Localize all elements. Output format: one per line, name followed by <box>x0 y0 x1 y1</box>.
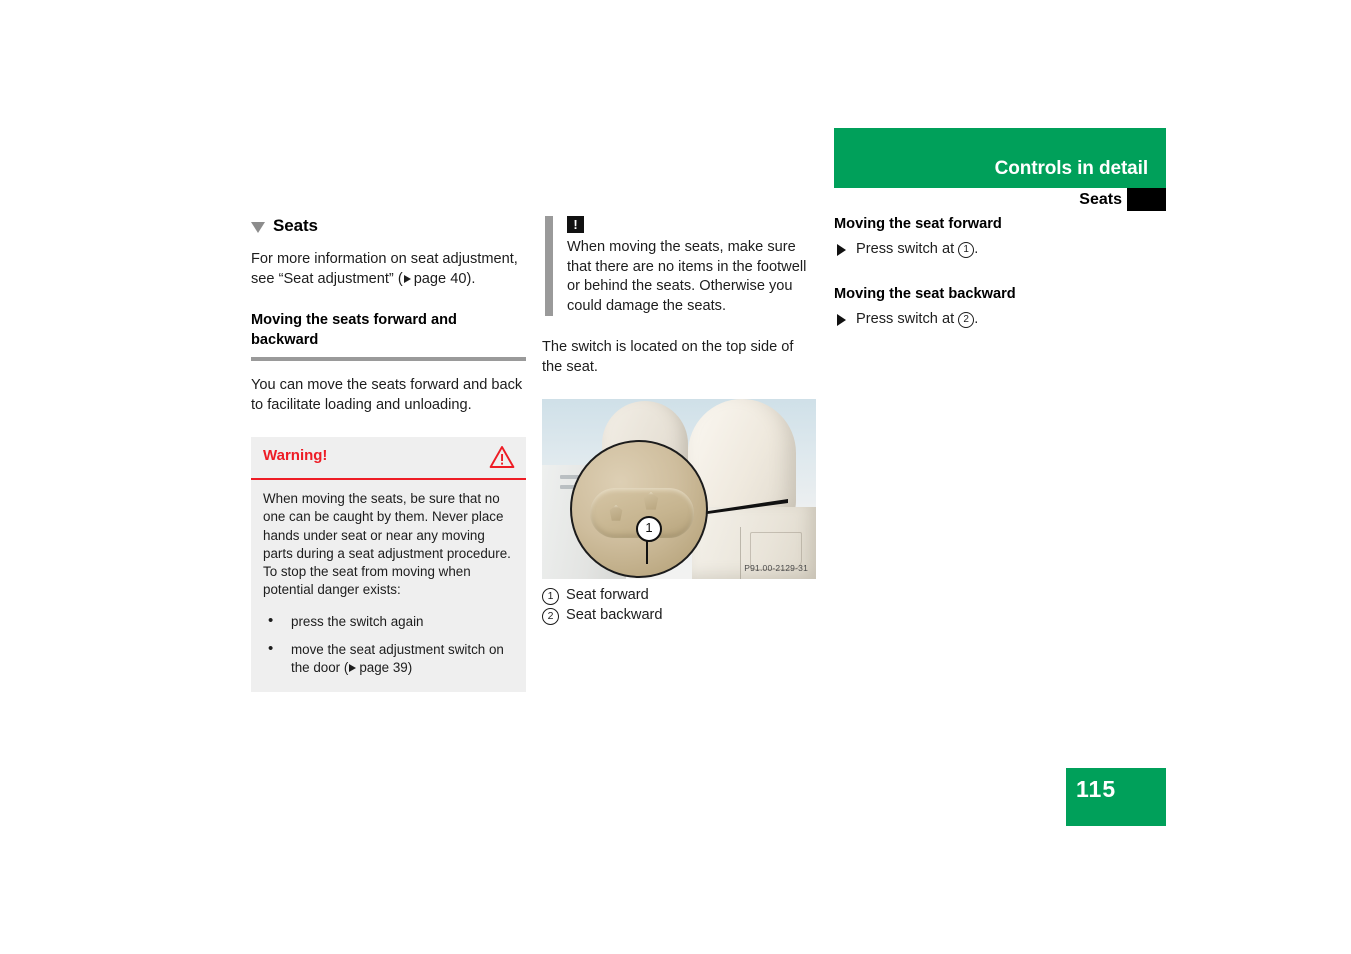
triangle-right-icon <box>837 313 846 326</box>
note-box: ! When moving the seats, make sure that … <box>542 216 817 316</box>
triangle-down-icon <box>251 221 265 233</box>
subsection-heading: Moving the seats forward and backward <box>251 312 457 348</box>
left-column: Seats For more information on seat adjus… <box>251 216 526 692</box>
warning-text: When moving the seats, be sure that no o… <box>263 491 511 598</box>
figure-caption: 1 Seat forward 2 Seat backward <box>542 585 817 625</box>
step-text-after: . <box>974 241 979 257</box>
note-side-bar <box>545 216 553 316</box>
middle-column: ! When moving the seats, make sure that … <box>542 216 817 625</box>
list-item: press the switch again <box>263 612 514 631</box>
bullet-text-after: ) <box>407 660 413 676</box>
page-number: 115 <box>1076 776 1117 802</box>
warning-header: Warning! <box>251 437 526 480</box>
caption-label: Seat forward <box>566 587 649 603</box>
caption-label: Seat backward <box>566 607 663 623</box>
cross-reference-icon <box>403 274 411 283</box>
heading-rule <box>251 357 526 361</box>
page-number-badge: 115 <box>1066 768 1166 826</box>
header-green-band: Controls in detail <box>834 128 1166 188</box>
bullet-reference[interactable]: page 39 <box>359 660 407 675</box>
figure-seam <box>740 527 741 579</box>
step-text-before: Press switch at <box>856 310 959 327</box>
header-black-tab <box>1127 188 1166 211</box>
warning-label: Warning! <box>263 447 328 464</box>
section-title: Seats <box>273 216 318 235</box>
step-text-after: . <box>974 310 979 327</box>
cross-reference-icon <box>349 664 357 673</box>
figure-magnified-circle: 1 2 <box>570 440 708 578</box>
caption-number: 2 <box>542 608 559 625</box>
step-heading-forward: Moving the seat forward <box>834 216 1002 232</box>
step-heading-backward: Moving the seat backward <box>834 285 1016 302</box>
note-text: When moving the seats, make sure that th… <box>567 239 807 314</box>
callout-leader-2 <box>687 558 689 576</box>
switch-location-paragraph: The switch is located on the top side of… <box>542 339 794 375</box>
inline-callout-2: 2 <box>958 311 975 328</box>
header-title: Controls in detail <box>994 158 1148 179</box>
inline-callout-1: 1 <box>958 242 975 258</box>
caption-number: 1 <box>542 588 559 605</box>
body-paragraph: You can move the seats forward and back … <box>251 377 523 413</box>
figure-watermark: P91.00-2129-31 <box>744 563 808 573</box>
step-row-backward: Press switch at 2. <box>834 310 1109 330</box>
header-section-label: Seats <box>1079 191 1122 208</box>
figure-callout-1: 1 <box>636 516 662 542</box>
warning-bullet-list: press the switch again move the seat adj… <box>263 612 514 678</box>
caption-row: 1 Seat forward <box>542 585 817 605</box>
warning-body: When moving the seats, be sure that no o… <box>251 480 526 692</box>
triangle-right-icon <box>837 244 846 256</box>
right-column: Moving the seat forward Press switch at … <box>834 216 1109 329</box>
step-row-forward: Press switch at 1. <box>834 240 1109 260</box>
exclamation-box-icon: ! <box>567 216 584 233</box>
warning-triangle-icon <box>489 446 515 468</box>
warning-box: Warning! When moving the seats, be sure … <box>251 437 526 692</box>
step-text-backward: Press switch at 2. <box>856 310 978 330</box>
step-text-before: Press switch at <box>856 241 959 257</box>
intro-text-after: ). <box>466 270 476 287</box>
section-heading: Seats <box>251 216 526 236</box>
list-item: move the seat adjustment switch on the d… <box>263 640 514 678</box>
seat-switch-figure: 1 2 P91.00-2129-31 <box>542 399 816 579</box>
intro-text-before: For more information on seat adjustment,… <box>251 251 518 287</box>
bullet-text: press the switch again <box>291 613 424 629</box>
caption-row: 2 Seat backward <box>542 605 817 625</box>
step-text-forward: Press switch at 1. <box>856 240 978 260</box>
intro-reference[interactable]: page 40 <box>414 271 467 287</box>
intro-paragraph: For more information on seat adjustment,… <box>251 250 526 289</box>
